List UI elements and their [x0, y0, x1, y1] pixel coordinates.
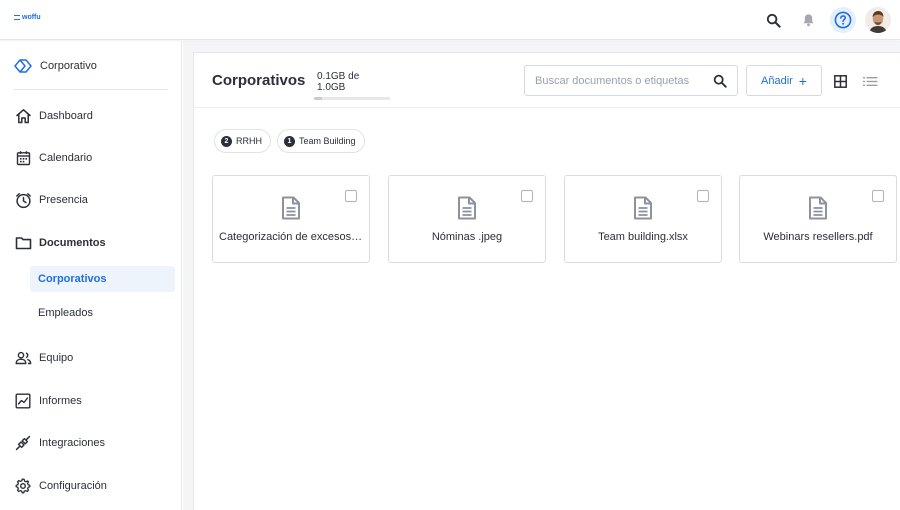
bell-icon[interactable] [794, 6, 822, 34]
grid-view-button[interactable] [832, 73, 848, 89]
sidebar-item-calendario[interactable]: Calendario [14, 148, 92, 168]
search-icon[interactable] [713, 74, 727, 88]
sidebar-item-label: Dashboard [39, 110, 93, 122]
tag-filters: 2 RRHH 1 Team Building [214, 129, 365, 153]
plug-icon [14, 434, 32, 452]
tag-label: RRHH [236, 136, 262, 146]
document-checkbox[interactable] [872, 190, 884, 202]
document-icon [458, 196, 476, 220]
avatar [865, 7, 891, 33]
company-diamond-icon [14, 59, 32, 73]
sidebar-item-label: Configuración [39, 480, 107, 492]
grid-view-icon [833, 74, 847, 88]
add-button[interactable]: Añadir + [746, 65, 822, 96]
search-input[interactable] [535, 74, 710, 87]
sidebar: Corporativo Dashboard Calendario Presenc… [0, 41, 182, 510]
sidebar-item-informes[interactable]: Informes [14, 391, 82, 411]
document-icon [634, 196, 652, 220]
document-card[interactable]: Team building.xlsx [564, 175, 722, 263]
subnav-item-empleados[interactable]: Empleados [30, 300, 175, 326]
tag-filter-rrhh[interactable]: 2 RRHH [214, 129, 271, 153]
storage-text: 0.1GB de 1.0GB [317, 71, 360, 93]
sidebar-item-integraciones[interactable]: Integraciones [14, 433, 105, 453]
document-name: Team building.xlsx [598, 231, 688, 243]
folder-icon [14, 234, 32, 252]
home-icon [14, 107, 32, 125]
subnav-item-corporativos[interactable]: Corporativos [30, 266, 175, 292]
team-icon [14, 349, 32, 367]
sidebar-item-presencia[interactable]: Presencia [14, 190, 88, 210]
sidebar-item-label: Equipo [39, 352, 74, 364]
tag-filter-team-building[interactable]: 1 Team Building [277, 129, 365, 153]
app-logo[interactable]: woffu [14, 14, 41, 21]
document-icon [282, 196, 300, 220]
list-view-icon [862, 76, 877, 86]
sidebar-item-label: Presencia [39, 194, 88, 206]
page-title: Corporativos [212, 72, 306, 89]
logo-text: woffu [22, 14, 41, 21]
document-checkbox[interactable] [345, 190, 357, 202]
chart-icon [14, 392, 32, 410]
document-card[interactable]: Webinars resellers.pdf [739, 175, 897, 263]
panel-header: Corporativos 0.1GB de 1.0GB Añadir + [194, 53, 900, 108]
gear-icon [14, 477, 32, 495]
storage-bar [314, 97, 390, 100]
clock-icon [14, 191, 32, 209]
sidebar-item-documentos[interactable]: Documentos [14, 233, 106, 253]
tag-label: Team Building [299, 136, 356, 146]
top-bar: woffu [0, 0, 900, 40]
sidebar-item-label: Integraciones [39, 437, 106, 449]
tag-count-badge: 1 [284, 135, 295, 147]
help-icon [834, 11, 852, 29]
add-button-label: Añadir [761, 74, 793, 87]
document-checkbox[interactable] [697, 190, 709, 202]
user-avatar-button[interactable] [864, 6, 892, 34]
sidebar-item-configuracion[interactable]: Configuración [14, 476, 107, 496]
sidebar-divider [14, 89, 168, 90]
help-button[interactable] [829, 6, 857, 34]
calendar-icon [14, 149, 32, 167]
sidebar-item-label: Informes [39, 395, 82, 407]
storage-bar-fill [314, 97, 322, 100]
sidebar-item-label: Documentos [39, 237, 106, 249]
plus-icon: + [798, 72, 807, 89]
document-icon [809, 196, 827, 220]
company-selector[interactable]: Corporativo [14, 57, 97, 75]
search-box [524, 65, 738, 96]
company-label: Corporativo [40, 60, 97, 72]
document-card[interactable]: Nóminas .jpeg [388, 175, 546, 263]
top-icons [752, 6, 892, 34]
storage-indicator: 0.1GB de 1.0GB [314, 71, 390, 100]
document-name: Webinars resellers.pdf [763, 231, 873, 243]
sidebar-item-equipo[interactable]: Equipo [14, 348, 73, 368]
sidebar-item-dashboard[interactable]: Dashboard [14, 106, 93, 126]
document-name: Nóminas .jpeg [431, 231, 503, 243]
tag-count-badge: 2 [221, 135, 232, 147]
search-icon[interactable] [759, 6, 787, 34]
document-card[interactable]: Categorización de excesos de ... [212, 175, 370, 263]
document-checkbox[interactable] [521, 190, 533, 202]
list-view-button[interactable] [862, 73, 878, 89]
document-name: Categorización de excesos de ... [219, 231, 363, 243]
logo-mark-icon [14, 15, 20, 20]
sidebar-item-label: Calendario [39, 152, 93, 164]
documents-panel: Corporativos 0.1GB de 1.0GB Añadir + 2 R… [193, 52, 900, 510]
